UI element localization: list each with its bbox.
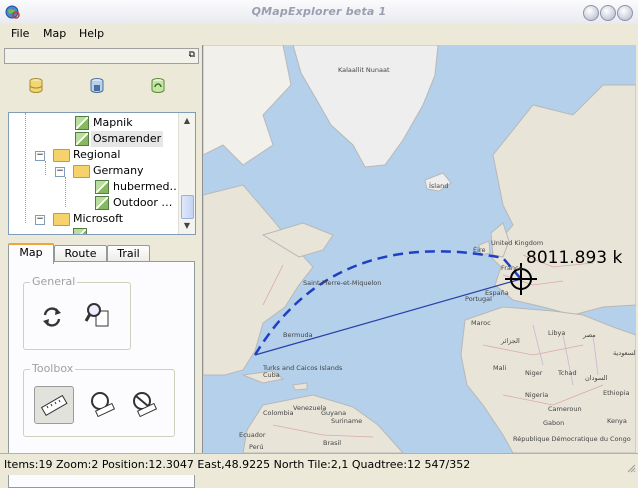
map-layer-icon	[75, 132, 89, 146]
map-label-libya: Libya	[548, 329, 565, 337]
scroll-thumb[interactable]	[181, 195, 194, 219]
status-bar: Items:19 Zoom:2 Position:12.3047 East,48…	[0, 453, 638, 475]
scroll-up-icon[interactable]: ▲	[179, 113, 195, 129]
float-icon[interactable]: ⧉	[189, 50, 195, 60]
scroll-down-icon[interactable]: ▼	[179, 218, 195, 234]
window-title: QMapExplorer beta 1	[251, 5, 387, 18]
ruler-icon	[40, 394, 68, 417]
map-source-tree[interactable]: Mapnik Osmarender − Regional − Germany h…	[8, 112, 196, 235]
map-label-portugal: Portugal	[465, 295, 492, 303]
map-label-colombia: Colombia	[263, 409, 294, 417]
map-label-sudan: السودان	[585, 374, 608, 382]
map-label-chad: Tchad	[557, 369, 577, 377]
map-layer-icon	[75, 116, 89, 130]
left-dock-panel: ⧉ Mapnik Osmarender − Regional − Germany…	[0, 45, 202, 488]
map-label-caicos: Turks and Caicos Islands	[262, 364, 343, 372]
tree-item[interactable]: hubermed…	[9, 179, 181, 195]
zoom-page-icon[interactable]	[82, 299, 114, 331]
map-label-saudi: السعودية	[613, 349, 636, 357]
map-layer-icon	[73, 228, 87, 234]
resize-grip-icon[interactable]	[626, 463, 636, 473]
map-label-france: France	[501, 264, 523, 272]
map-label-brasil: Brasil	[323, 439, 341, 447]
general-group: General	[23, 275, 131, 350]
tree-item-selected[interactable]: Osmarender	[9, 131, 179, 147]
map-label-saint-pierre: Saint-Pierre-et-Miquelon	[303, 279, 381, 287]
dock-header: ⧉	[4, 48, 199, 64]
collapse-toggle-icon[interactable]: −	[35, 215, 45, 225]
status-text: Items:19 Zoom:2 Position:12.3047 East,48…	[4, 458, 471, 471]
map-label-cuba: Cuba	[263, 371, 280, 379]
map-canvas[interactable]: Kalaallit Nunaat Ísland Éire United King…	[203, 45, 636, 453]
menu-file[interactable]: File	[11, 27, 29, 40]
tree-scrollbar[interactable]: ▲ ▼	[178, 113, 195, 234]
menu-map[interactable]: Map	[43, 27, 66, 40]
menu-bar: File Map Help	[0, 24, 638, 44]
refresh-database-icon[interactable]	[149, 77, 167, 95]
menu-help[interactable]: Help	[79, 27, 104, 40]
map-label-morocco: Maroc	[471, 319, 491, 327]
measure-area-icon[interactable]	[128, 388, 160, 420]
tab-trail[interactable]: Trail	[107, 245, 150, 262]
toolbox-group: Toolbox	[23, 362, 175, 437]
tree-folder[interactable]: − Microsoft	[9, 211, 179, 227]
close-button[interactable]	[617, 5, 633, 21]
map-label-guyana: Guyana	[321, 409, 346, 417]
tab-route[interactable]: Route	[54, 245, 107, 262]
map-label-iceland: Ísland	[429, 181, 448, 190]
map-label-congo: République Démocratique du Congo	[513, 435, 631, 443]
tree-item[interactable]: Outdoor …	[9, 195, 179, 211]
map-label-ecuador: Ecuador	[239, 431, 266, 439]
folder-icon	[53, 149, 70, 162]
save-database-icon[interactable]	[88, 77, 106, 95]
map-label-algeria: الجزائر	[500, 337, 520, 345]
map-label-peru: Perú	[249, 443, 263, 451]
map-label-ethiopia: Ethiopia	[603, 389, 629, 397]
refresh-icon[interactable]	[36, 301, 68, 333]
tree-folder[interactable]: − Regional	[9, 147, 179, 163]
map-label-niger: Niger	[525, 369, 543, 377]
measure-tool-button[interactable]	[34, 386, 74, 424]
folder-icon	[53, 213, 70, 226]
map-label-gabon: Gabon	[543, 419, 564, 427]
measure-circle-icon[interactable]	[86, 388, 118, 420]
map-label-ireland: Éire	[473, 245, 485, 254]
collapse-toggle-icon[interactable]: −	[55, 167, 65, 177]
toolbox-group-title: Toolbox	[30, 362, 76, 375]
map-layer-icon	[95, 196, 109, 210]
map-label-kenya: Kenya	[607, 417, 627, 425]
map-label-egypt: مصر	[582, 331, 596, 339]
map-view[interactable]: Kalaallit Nunaat Ísland Éire United King…	[202, 45, 636, 453]
tab-map[interactable]: Map	[8, 243, 54, 264]
collapse-toggle-icon[interactable]: −	[35, 151, 45, 161]
tree-folder[interactable]: − Germany	[9, 163, 179, 179]
map-label-nigeria: Nigeria	[525, 391, 548, 399]
map-label-cameroon: Cameroun	[548, 405, 582, 413]
map-layer-icon	[95, 180, 109, 194]
title-bar[interactable]: QMapExplorer beta 1	[0, 0, 638, 25]
general-group-title: General	[30, 275, 78, 288]
tree-item[interactable]: Mapnik	[9, 115, 179, 131]
map-label-greenland: Kalaallit Nunaat	[338, 66, 390, 74]
map-label-bermuda: Bermuda	[283, 331, 313, 339]
map-label-suriname: Suriname	[331, 417, 362, 425]
minimize-button[interactable]	[583, 5, 599, 21]
map-label-mali: Mali	[493, 364, 506, 372]
database-icon[interactable]	[27, 77, 45, 95]
distance-label: 8011.893 k	[526, 248, 623, 268]
maximize-button[interactable]	[600, 5, 616, 21]
folder-icon	[73, 165, 90, 178]
map-label-uk: United Kingdom	[491, 239, 543, 247]
